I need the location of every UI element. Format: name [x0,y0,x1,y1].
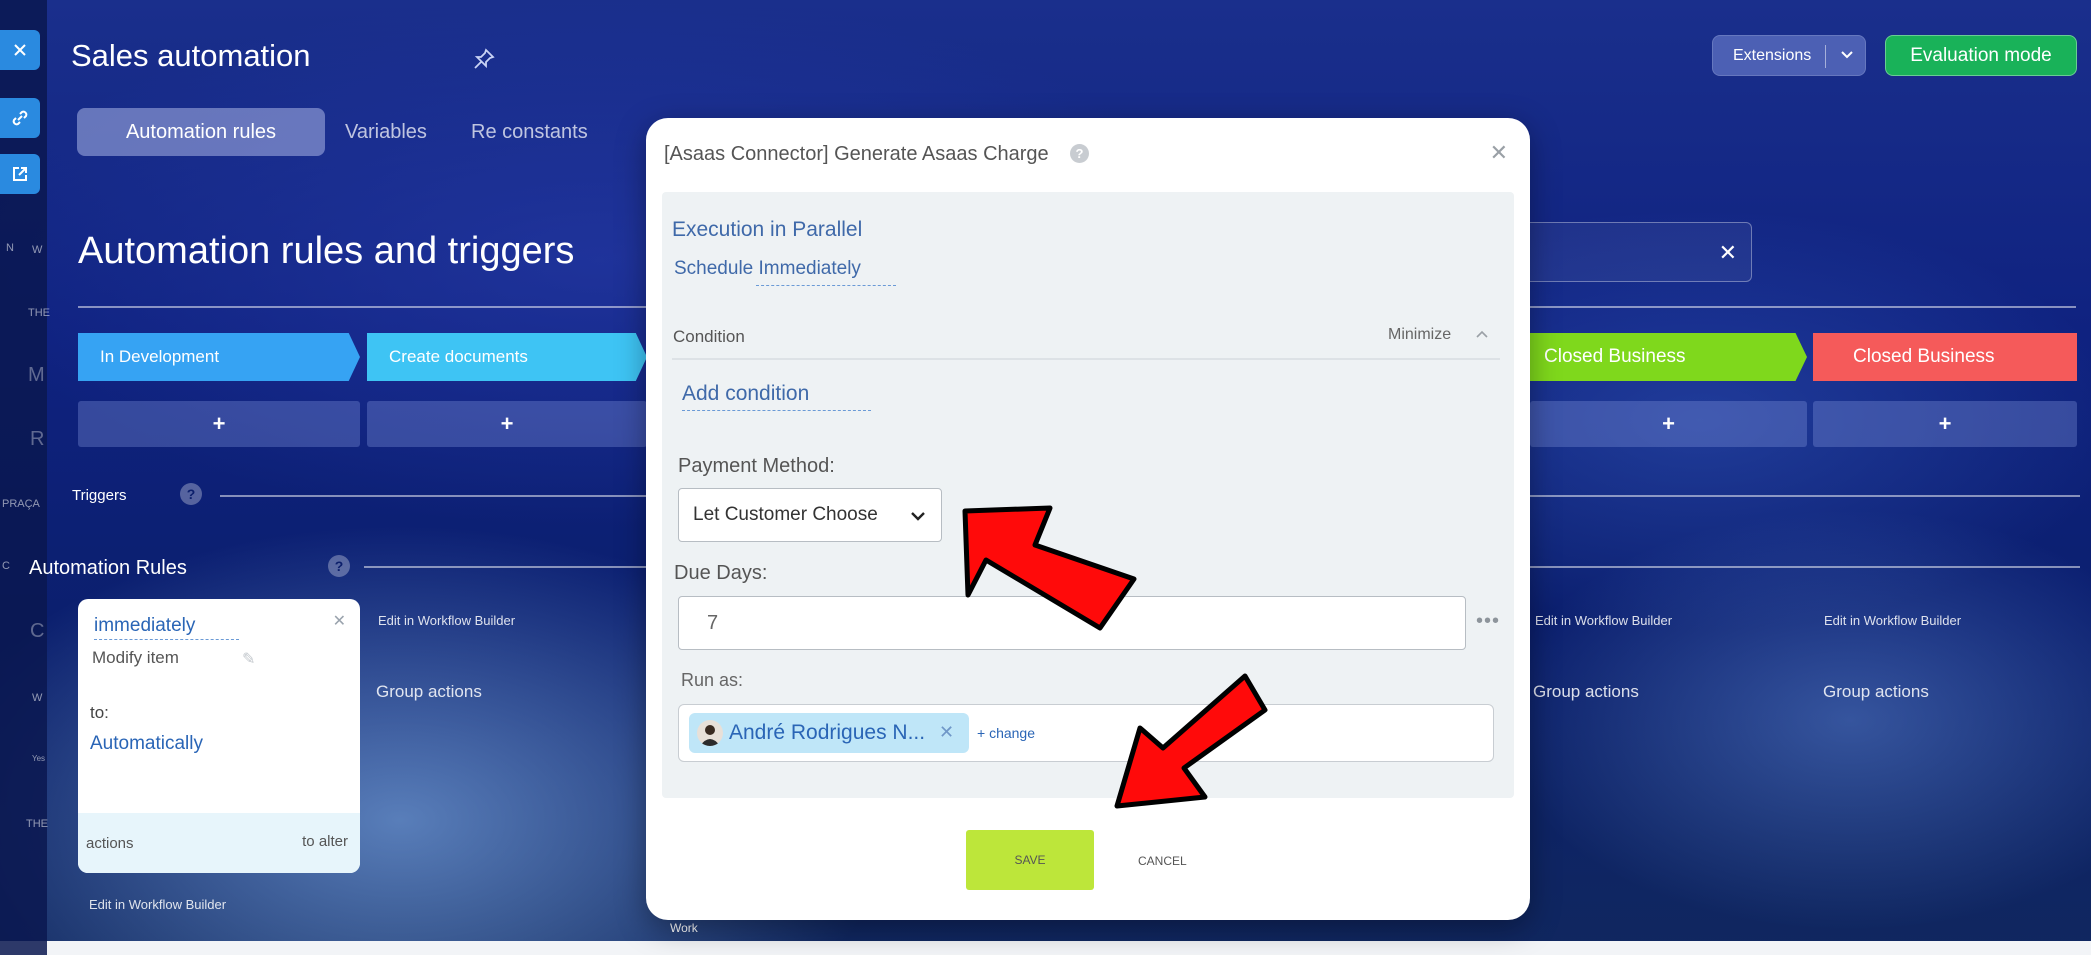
rail-label: C [2,560,10,572]
rule-card-footer: actions to alter [78,813,360,873]
change-user-link[interactable]: + change [977,725,1035,741]
payment-method-label: Payment Method: [678,455,835,477]
group-actions-link[interactable]: Group actions [1533,682,1639,702]
automation-rule-card[interactable]: immediately ✕ Modify item ✎ to: Automati… [78,599,360,873]
bottom-strip [0,941,2091,955]
page-title: Sales automation [71,38,311,73]
cancel-button[interactable]: CANCEL [1138,854,1187,868]
user-name: André Rodrigues N... [729,721,926,744]
evaluation-mode-button[interactable]: Evaluation mode [1885,35,2077,76]
run-as-label: Run as: [681,670,744,690]
rail-label: W [32,244,43,256]
user-chip[interactable]: André Rodrigues N... ✕ [689,713,969,753]
rule-to-label: to: [90,703,109,722]
external-link-icon [13,167,27,181]
rail-label: W [32,692,43,704]
payment-method-value: Let Customer Choose [693,504,878,525]
add-trigger-button[interactable]: + [367,401,647,447]
close-icon[interactable]: ✕ [1490,140,1508,166]
edit-in-workflow-builder-link[interactable]: Edit in Workflow Builder [89,897,226,912]
pencil-icon[interactable]: ✎ [242,649,255,669]
help-icon[interactable]: ? [1070,144,1089,163]
due-days-input[interactable]: 7 [678,596,1466,650]
help-icon[interactable]: ? [328,555,350,577]
divider [672,358,1500,360]
add-trigger-button[interactable]: + [1530,401,1807,447]
payment-method-select[interactable]: Let Customer Choose [678,488,942,542]
close-icon[interactable]: ✕ [333,611,346,631]
left-rail: N W THE M R PRAÇA C C W Yes THE [0,0,50,955]
rule-actions-link[interactable]: actions [86,835,134,852]
close-slider-button[interactable] [0,30,40,70]
link-icon [12,110,28,126]
stage-closed-business-won[interactable]: Closed Business [1520,333,1807,381]
chevron-down-icon [911,512,925,521]
rule-action: Modify item [92,648,179,667]
more-options-icon[interactable]: ••• [1476,610,1500,633]
tab-variables[interactable]: Variables [345,108,427,156]
copy-link-button[interactable] [0,98,40,138]
edit-in-workflow-builder-link[interactable]: Edit in Workflow Builder [1535,613,1672,628]
condition-label: Condition [673,327,745,346]
add-trigger-button[interactable]: + [1813,401,2077,447]
rail-label: THE [28,307,50,319]
run-as-field[interactable]: André Rodrigues N... ✕ + change [678,704,1494,762]
rail-label: THE [26,818,48,830]
tab-constants[interactable]: Re constants [471,108,588,156]
rail-label: N [6,242,14,254]
rule-alter-link[interactable]: to alter [302,833,348,850]
chevron-up-icon[interactable] [1474,327,1490,343]
rail-label: C [30,620,45,642]
section-title: Automation rules and triggers [78,230,575,272]
add-condition-link[interactable]: Add condition [682,382,871,411]
chevron-down-icon[interactable] [1837,44,1857,64]
rail-label: PRAÇA [2,498,40,510]
work-label: Work [670,921,698,935]
automation-rules-label: Automation Rules [29,557,187,579]
pin-icon[interactable] [472,47,496,71]
rail-label: R [30,428,45,450]
remove-user-icon[interactable]: ✕ [939,722,954,743]
action-settings-dialog: [Asaas Connector] Generate Asaas Charge … [646,118,1530,920]
add-trigger-button[interactable]: + [78,401,360,447]
rail-label: Yes [32,754,46,763]
schedule-underline [756,285,896,286]
rule-schedule-link[interactable]: immediately [94,615,239,640]
edit-in-workflow-builder-link[interactable]: Edit in Workflow Builder [378,613,515,628]
stage-in-development[interactable]: In Development [78,333,360,381]
stage-closed-business-lost[interactable]: Closed Business [1813,333,2077,381]
schedule-link[interactable]: Schedule Immediately [674,258,861,280]
group-actions-link[interactable]: Group actions [1823,682,1929,702]
close-icon[interactable]: ✕ [1719,240,1737,266]
due-days-label: Due Days: [674,562,768,584]
save-button[interactable]: SAVE [966,830,1094,890]
execution-mode-link[interactable]: Execution in Parallel [672,218,862,242]
open-new-window-button[interactable] [0,154,40,194]
rule-value: Automatically [90,733,203,754]
tab-automation-rules[interactable]: Automation rules [77,108,325,156]
rail-label: M [28,364,45,386]
group-actions-link[interactable]: Group actions [376,682,482,702]
minimize-button[interactable]: Minimize [1388,326,1451,344]
avatar [697,720,723,746]
help-icon[interactable]: ? [180,483,202,505]
triggers-label: Triggers [72,487,127,504]
divider [1825,45,1826,68]
edit-in-workflow-builder-link[interactable]: Edit in Workflow Builder [1824,613,1961,628]
extensions-button[interactable]: Extensions [1712,35,1866,76]
stage-create-documents[interactable]: Create documents [367,333,647,381]
close-icon [14,44,26,56]
dialog-settings-panel: Execution in Parallel Schedule Immediate… [662,192,1514,798]
extensions-label: Extensions [1733,47,1812,64]
dialog-title: [Asaas Connector] Generate Asaas Charge [664,143,1049,165]
